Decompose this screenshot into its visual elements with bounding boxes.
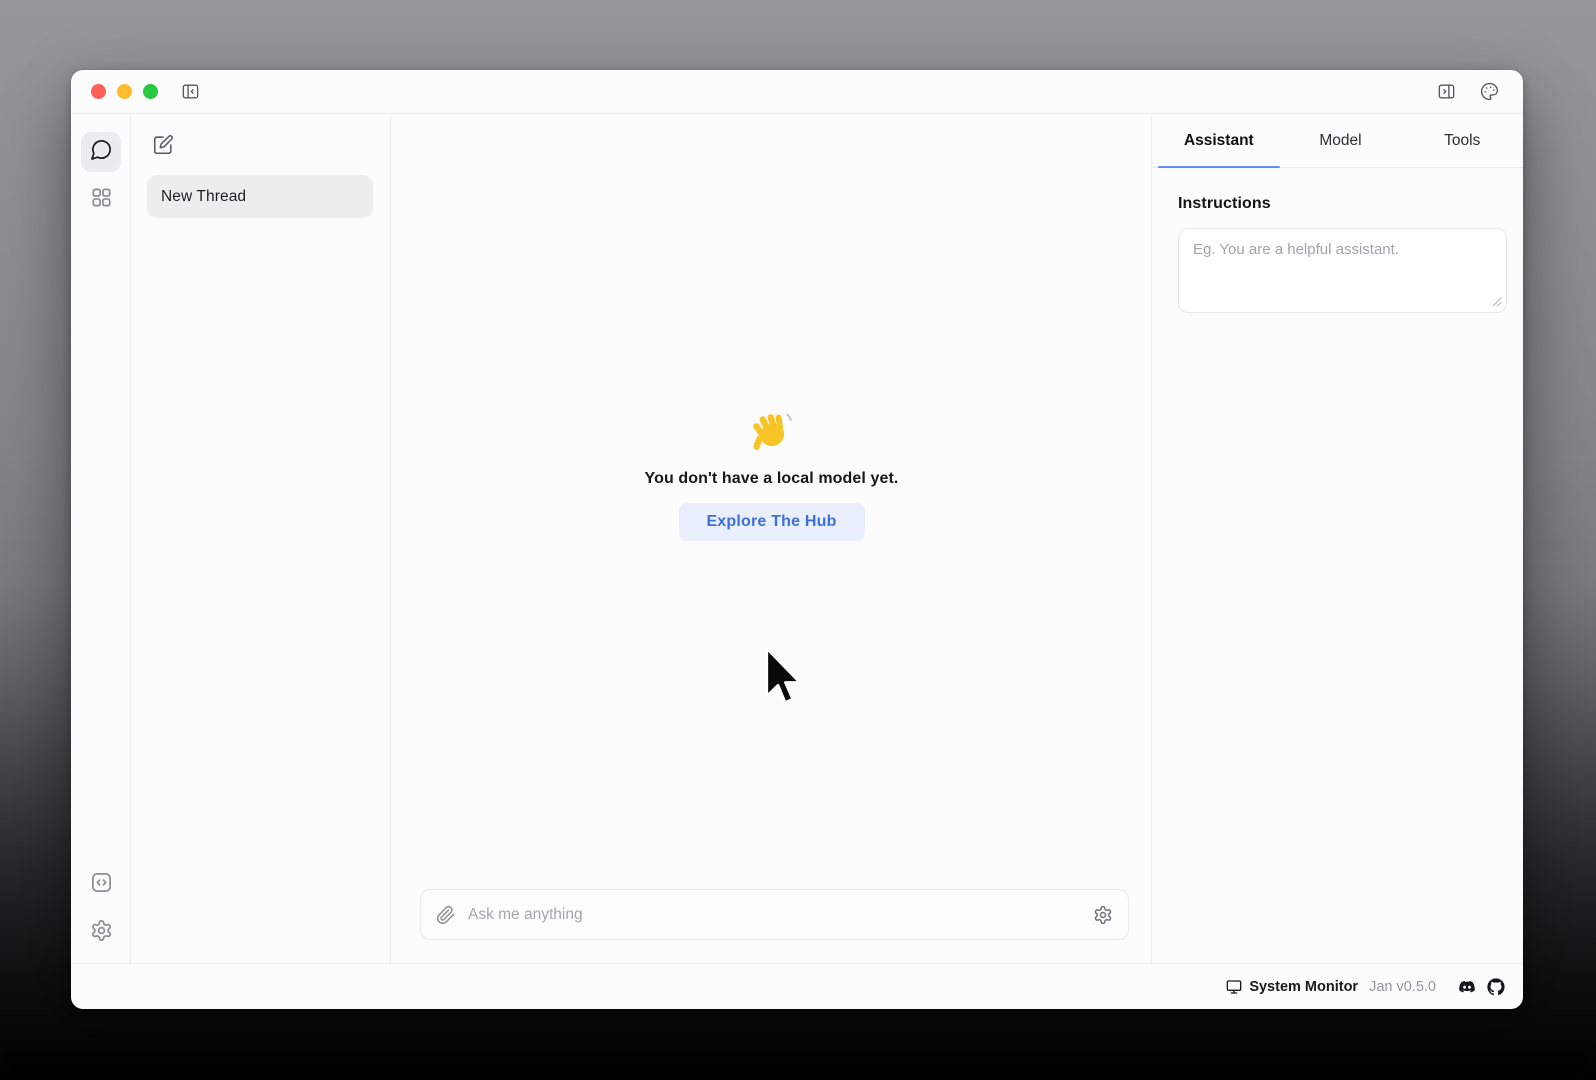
- textarea-resize-handle-icon[interactable]: [1491, 296, 1502, 307]
- hub-apps-nav-button[interactable]: [81, 180, 121, 220]
- thread-title: New Thread: [161, 188, 246, 206]
- system-monitor-button[interactable]: System Monitor: [1226, 979, 1358, 995]
- titlebar: [71, 70, 1523, 114]
- panel-tabs: Assistant Model Tools: [1153, 115, 1523, 168]
- instructions-heading: Instructions: [1178, 195, 1507, 213]
- theme-palette-icon[interactable]: [1479, 82, 1499, 102]
- empty-state-message: You don't have a local model yet.: [645, 470, 899, 488]
- chat-input-bar: [420, 889, 1129, 940]
- code-square-icon: [90, 871, 113, 899]
- statusbar: System Monitor Jan v0.5.0: [71, 963, 1523, 1009]
- waving-hand-emoji: [749, 408, 795, 454]
- explore-the-hub-button[interactable]: Explore The Hub: [679, 503, 865, 541]
- toggle-left-sidebar-icon[interactable]: [180, 82, 200, 102]
- message-input[interactable]: [468, 906, 1081, 924]
- main-chat-area: You don't have a local model yet. Explor…: [392, 115, 1152, 963]
- left-icon-rail: [71, 115, 131, 963]
- maximize-window-button[interactable]: [143, 84, 158, 99]
- close-window-button[interactable]: [91, 84, 106, 99]
- tab-model[interactable]: Model: [1280, 115, 1402, 167]
- threads-panel: New Thread: [132, 115, 391, 963]
- system-monitor-label: System Monitor: [1249, 979, 1358, 995]
- desktop-background: { "colors": { "traffic_red": "#ff5f57", …: [0, 0, 1596, 1080]
- input-settings-gear-icon[interactable]: [1093, 905, 1113, 925]
- jan-app-window: New Thread You don't have a local model …: [71, 70, 1523, 1009]
- discord-icon[interactable]: [1458, 978, 1476, 996]
- empty-state: You don't have a local model yet. Explor…: [392, 408, 1151, 541]
- chat-bubble-icon: [90, 138, 113, 166]
- thread-list-item[interactable]: New Thread: [147, 175, 373, 218]
- toggle-right-panel-icon[interactable]: [1436, 82, 1456, 102]
- app-version-label: Jan v0.5.0: [1369, 979, 1436, 995]
- chat-threads-nav-button[interactable]: [81, 132, 121, 172]
- local-api-server-button[interactable]: [81, 867, 121, 903]
- tab-tools[interactable]: Tools: [1401, 115, 1523, 167]
- instructions-textarea[interactable]: [1178, 228, 1507, 313]
- gear-icon: [90, 919, 113, 947]
- settings-button[interactable]: [81, 915, 121, 951]
- attachment-paperclip-icon[interactable]: [436, 905, 456, 925]
- assistant-settings-panel: Assistant Model Tools Instructions: [1153, 115, 1523, 963]
- window-controls: [91, 84, 158, 99]
- tab-assistant[interactable]: Assistant: [1158, 115, 1280, 167]
- new-thread-compose-icon[interactable]: [152, 134, 176, 158]
- grid-icon: [90, 186, 113, 214]
- github-icon[interactable]: [1487, 978, 1505, 996]
- minimize-window-button[interactable]: [117, 84, 132, 99]
- monitor-icon: [1226, 979, 1242, 995]
